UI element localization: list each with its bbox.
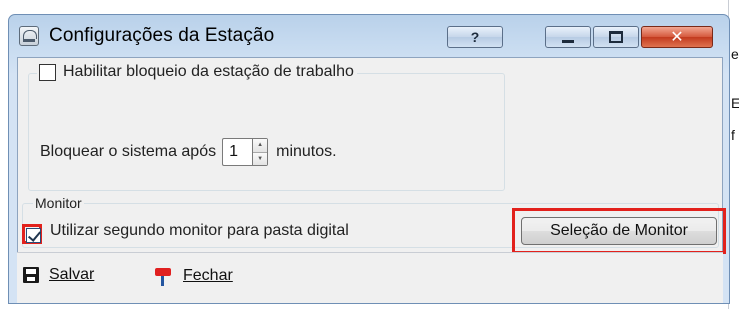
background-text: e xyxy=(731,46,739,62)
minimize-icon xyxy=(562,39,574,43)
monitor-button-highlight: Seleção de Monitor xyxy=(512,208,726,254)
maximize-button[interactable] xyxy=(593,26,639,48)
lock-timeout-row: Bloquear o sistema após 1 ▲ ▼ minutos. xyxy=(40,138,337,166)
title-bar[interactable]: Configurações da Estação ? ✕ xyxy=(9,15,729,57)
save-button[interactable]: Salvar xyxy=(23,266,94,284)
save-label: Salvar xyxy=(49,266,95,283)
dialog-footer: Salvar Fechar xyxy=(17,252,723,303)
close-window-button[interactable]: ✕ xyxy=(641,26,713,48)
stepper-up-icon[interactable]: ▲ xyxy=(253,139,268,152)
minutes-stepper[interactable]: 1 ▲ ▼ xyxy=(222,138,269,166)
lock-timeout-suffix: minutos. xyxy=(276,143,337,160)
background-text: f xyxy=(731,127,735,143)
stepper-down-icon[interactable]: ▼ xyxy=(253,151,268,165)
minutes-input[interactable]: 1 xyxy=(222,138,253,166)
maximize-icon xyxy=(609,31,623,43)
enable-lock-label[interactable]: Habilitar bloqueio da estação de trabalh… xyxy=(63,63,354,81)
close-label: Fechar xyxy=(183,267,233,284)
second-monitor-checkbox[interactable] xyxy=(26,228,41,243)
floppy-disk-icon xyxy=(23,267,39,283)
lock-timeout-prefix: Bloquear o sistema após xyxy=(40,143,217,160)
lock-group-header: Habilitar bloqueio da estação de trabalh… xyxy=(37,63,357,81)
close-button[interactable]: Fechar xyxy=(153,266,233,286)
second-monitor-label[interactable]: Utilizar segundo monitor para pasta digi… xyxy=(50,222,349,240)
app-icon[interactable] xyxy=(19,26,39,46)
stepper-buttons: ▲ ▼ xyxy=(252,138,269,166)
flag-icon xyxy=(153,266,173,286)
window-title: Configurações da Estação xyxy=(49,25,275,46)
enable-lock-checkbox[interactable] xyxy=(39,63,56,81)
settings-dialog: Configurações da Estação ? ✕ Habilitar b… xyxy=(8,14,730,304)
close-icon: ✕ xyxy=(670,29,684,46)
monitor-group-title: Monitor xyxy=(33,195,84,211)
monitor-checkbox-highlight xyxy=(22,224,42,244)
workstation-lock-group: Habilitar bloqueio da estação de trabalh… xyxy=(28,63,505,191)
help-button[interactable]: ? xyxy=(447,26,503,48)
minimize-button[interactable] xyxy=(545,26,591,48)
background-text: E xyxy=(731,95,739,111)
monitor-selection-button[interactable]: Seleção de Monitor xyxy=(521,217,717,245)
